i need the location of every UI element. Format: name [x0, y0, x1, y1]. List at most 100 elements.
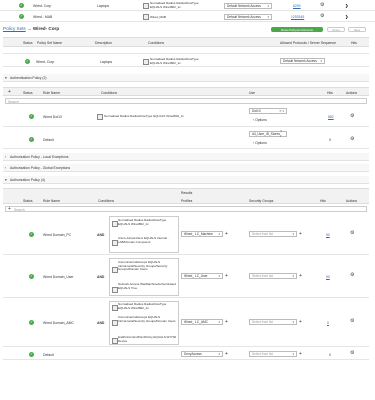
- authz-row[interactable]: ✓ Default DenyAccess ▾ + Select from list…: [3, 348, 369, 360]
- chevron-down-icon: ▾: [292, 273, 294, 278]
- rule-name: Wired Domain_PC: [43, 233, 72, 237]
- hits-link[interactable]: 90: [326, 233, 330, 237]
- profile-dropdown[interactable]: Wired_ LC_User ▾: [181, 273, 223, 279]
- chevron-down-icon: ▾: [292, 319, 294, 324]
- reset-button[interactable]: Reset: [327, 27, 345, 32]
- gear-icon[interactable]: ⚙: [350, 137, 354, 142]
- profile-dropdown[interactable]: Wired_ LC_AMC ▾: [181, 319, 223, 325]
- condition-text: Normalised Radius·RadiusFlowType EQUALS W…: [150, 1, 199, 9]
- authn-section-header[interactable]: ▾ Authentication Policy (2): [3, 74, 369, 82]
- breadcrumb-arrow: →: [27, 26, 32, 31]
- add-icon[interactable]: +: [299, 231, 302, 237]
- status-check-icon: ✓: [25, 58, 30, 64]
- col-profiles: Profiles: [181, 199, 193, 203]
- protocol-dropdown[interactable]: Default Network Access ▾: [280, 58, 325, 64]
- col-hits: Hits: [320, 199, 326, 203]
- security-group-dropdown[interactable]: Select from list ▾: [249, 273, 297, 279]
- gear-icon[interactable]: ⚙: [350, 114, 354, 119]
- chevron-right-icon: ›: [253, 118, 255, 122]
- profile-dropdown[interactable]: Wired_ LC_Machine ▾: [181, 231, 223, 237]
- gear-icon[interactable]: ⚙: [320, 3, 324, 8]
- chevron-down-icon: ▾: [218, 351, 220, 356]
- reset-hitcounts-button[interactable]: Reset Policyset Hitcounts: [271, 27, 323, 32]
- add-icon[interactable]: +: [225, 351, 228, 357]
- col-status: Status: [23, 41, 33, 45]
- policy-search-input[interactable]: [3, 48, 369, 54]
- authz-row[interactable]: ✓ Wired Domain_User AND Cisco ExternalGr…: [3, 256, 369, 298]
- col-actions: Actions: [346, 91, 358, 95]
- gear-icon[interactable]: ⚙: [350, 351, 354, 356]
- col-conditions: Conditions: [148, 41, 165, 45]
- col-actions: Actions: [346, 199, 358, 203]
- breadcrumb-root[interactable]: Policy Sets: [3, 26, 26, 31]
- add-icon[interactable]: +: [225, 273, 228, 279]
- hits-link[interactable]: 882: [328, 115, 334, 119]
- condition-icon: [97, 114, 103, 120]
- authn-search-input[interactable]: Search: [5, 98, 367, 104]
- policy-set-name: Wired - MAB: [33, 15, 53, 19]
- chevron-down-icon: ▾: [292, 351, 294, 356]
- add-icon[interactable]: +: [299, 319, 302, 325]
- authz-search-input[interactable]: + Search: [5, 206, 367, 212]
- policy-row[interactable]: ✓ Wired- Corp Laptops Normalised Radius·…: [3, 55, 369, 67]
- top-row-2[interactable]: ✓ Wired - MAB Wired_MAB Default Network …: [0, 12, 375, 22]
- hits-link[interactable]: 1293345: [291, 15, 304, 19]
- chevron-down-icon: ▾: [267, 14, 269, 19]
- condition-text: Wired_MAB: [150, 15, 167, 19]
- hits-link[interactable]: 0: [327, 321, 329, 325]
- gear-icon[interactable]: ⚙: [320, 14, 324, 19]
- hits-link[interactable]: 90: [326, 275, 330, 279]
- authz-row[interactable]: ✓ Wired Domain_PC AND Normalised Radius …: [3, 214, 369, 255]
- authz-section-header[interactable]: ▾ Authorization Policy (4): [3, 176, 369, 184]
- col-status: Status: [23, 91, 33, 95]
- protocol-dropdown[interactable]: Default Network Access ▾: [224, 3, 272, 9]
- condition-text: Normalised Radius RadiusFlowType EQUALS …: [104, 114, 184, 118]
- add-icon[interactable]: +: [225, 231, 228, 237]
- chevron-right-icon[interactable]: ❯: [345, 3, 348, 8]
- close-icon[interactable]: ✕ ▾: [280, 129, 284, 139]
- security-group-dropdown[interactable]: Select from list ▾: [249, 351, 297, 357]
- add-icon[interactable]: +: [299, 351, 302, 357]
- chevron-down-icon: ▾: [292, 231, 294, 236]
- gear-icon[interactable]: ⚙: [350, 273, 354, 278]
- profile-dropdown[interactable]: DenyAccess ▾: [181, 351, 223, 357]
- authz-global-exceptions-header[interactable]: › Authorization Policy - Global Exceptio…: [3, 164, 369, 172]
- condition-block: Cisco ExternalGroups EQUALS Intrnal.loca…: [109, 258, 179, 296]
- chevron-down-icon: ▾: [267, 3, 269, 8]
- protocol-dropdown[interactable]: Default Network Access ▾: [224, 14, 272, 20]
- gear-icon[interactable]: ⚙: [350, 319, 354, 324]
- authn-row[interactable]: ✓ Wired Dot1X Normalised Radius RadiusFl…: [3, 105, 369, 127]
- use-dropdown[interactable]: All_User_ID_Stores ✕ ▾: [249, 129, 287, 139]
- hits-link[interactable]: 6293: [293, 4, 301, 8]
- chevron-right-icon[interactable]: ❯: [345, 14, 348, 19]
- section-title: Authorization Policy - Global Exceptions: [10, 166, 71, 170]
- and-operator: AND: [97, 321, 105, 325]
- policy-description-input[interactable]: Laptops: [100, 60, 112, 64]
- rule-name: Wired Domain_User: [43, 275, 74, 279]
- authn-row[interactable]: ✓ Default All_User_ID_Stores ✕ ▾ › Option…: [3, 128, 369, 149]
- chevron-right-icon: ›: [253, 141, 255, 145]
- options-toggle[interactable]: › Options: [253, 118, 267, 122]
- add-icon[interactable]: +: [225, 319, 228, 325]
- policy-name-input[interactable]: Wired- Corp: [36, 60, 54, 64]
- gear-icon[interactable]: ⚙: [350, 231, 354, 236]
- close-icon[interactable]: ✕ ▾: [279, 109, 284, 114]
- section-title: Authorization Policy - Local Exceptions: [10, 155, 69, 159]
- security-group-dropdown[interactable]: Select from list ▾: [249, 319, 297, 325]
- security-group-dropdown[interactable]: Select from list ▾: [249, 231, 297, 237]
- authz-local-exceptions-header[interactable]: › Authorization Policy - Local Exception…: [3, 153, 369, 161]
- top-row-1[interactable]: ✓ Wired- Corp Laptops Normalised Radius·…: [0, 1, 375, 11]
- status-check-icon: ✓: [19, 2, 24, 8]
- use-dropdown[interactable]: Dot1X ✕ ▾: [249, 108, 287, 114]
- col-results: Results: [181, 191, 193, 195]
- add-icon[interactable]: +: [299, 273, 302, 279]
- save-button[interactable]: Save: [348, 27, 366, 32]
- condition-icon: [143, 59, 149, 65]
- policy-set-name: Wired- Corp: [33, 4, 52, 8]
- hits-value: 0: [329, 138, 331, 142]
- add-icon[interactable]: +: [8, 89, 11, 95]
- options-toggle[interactable]: › Options: [253, 141, 267, 145]
- add-icon[interactable]: +: [8, 206, 11, 212]
- rule-name: Wired Dot1X: [43, 115, 63, 119]
- authz-row[interactable]: ✓ Wired Domain_AMC AND Normalised Radius…: [3, 299, 369, 347]
